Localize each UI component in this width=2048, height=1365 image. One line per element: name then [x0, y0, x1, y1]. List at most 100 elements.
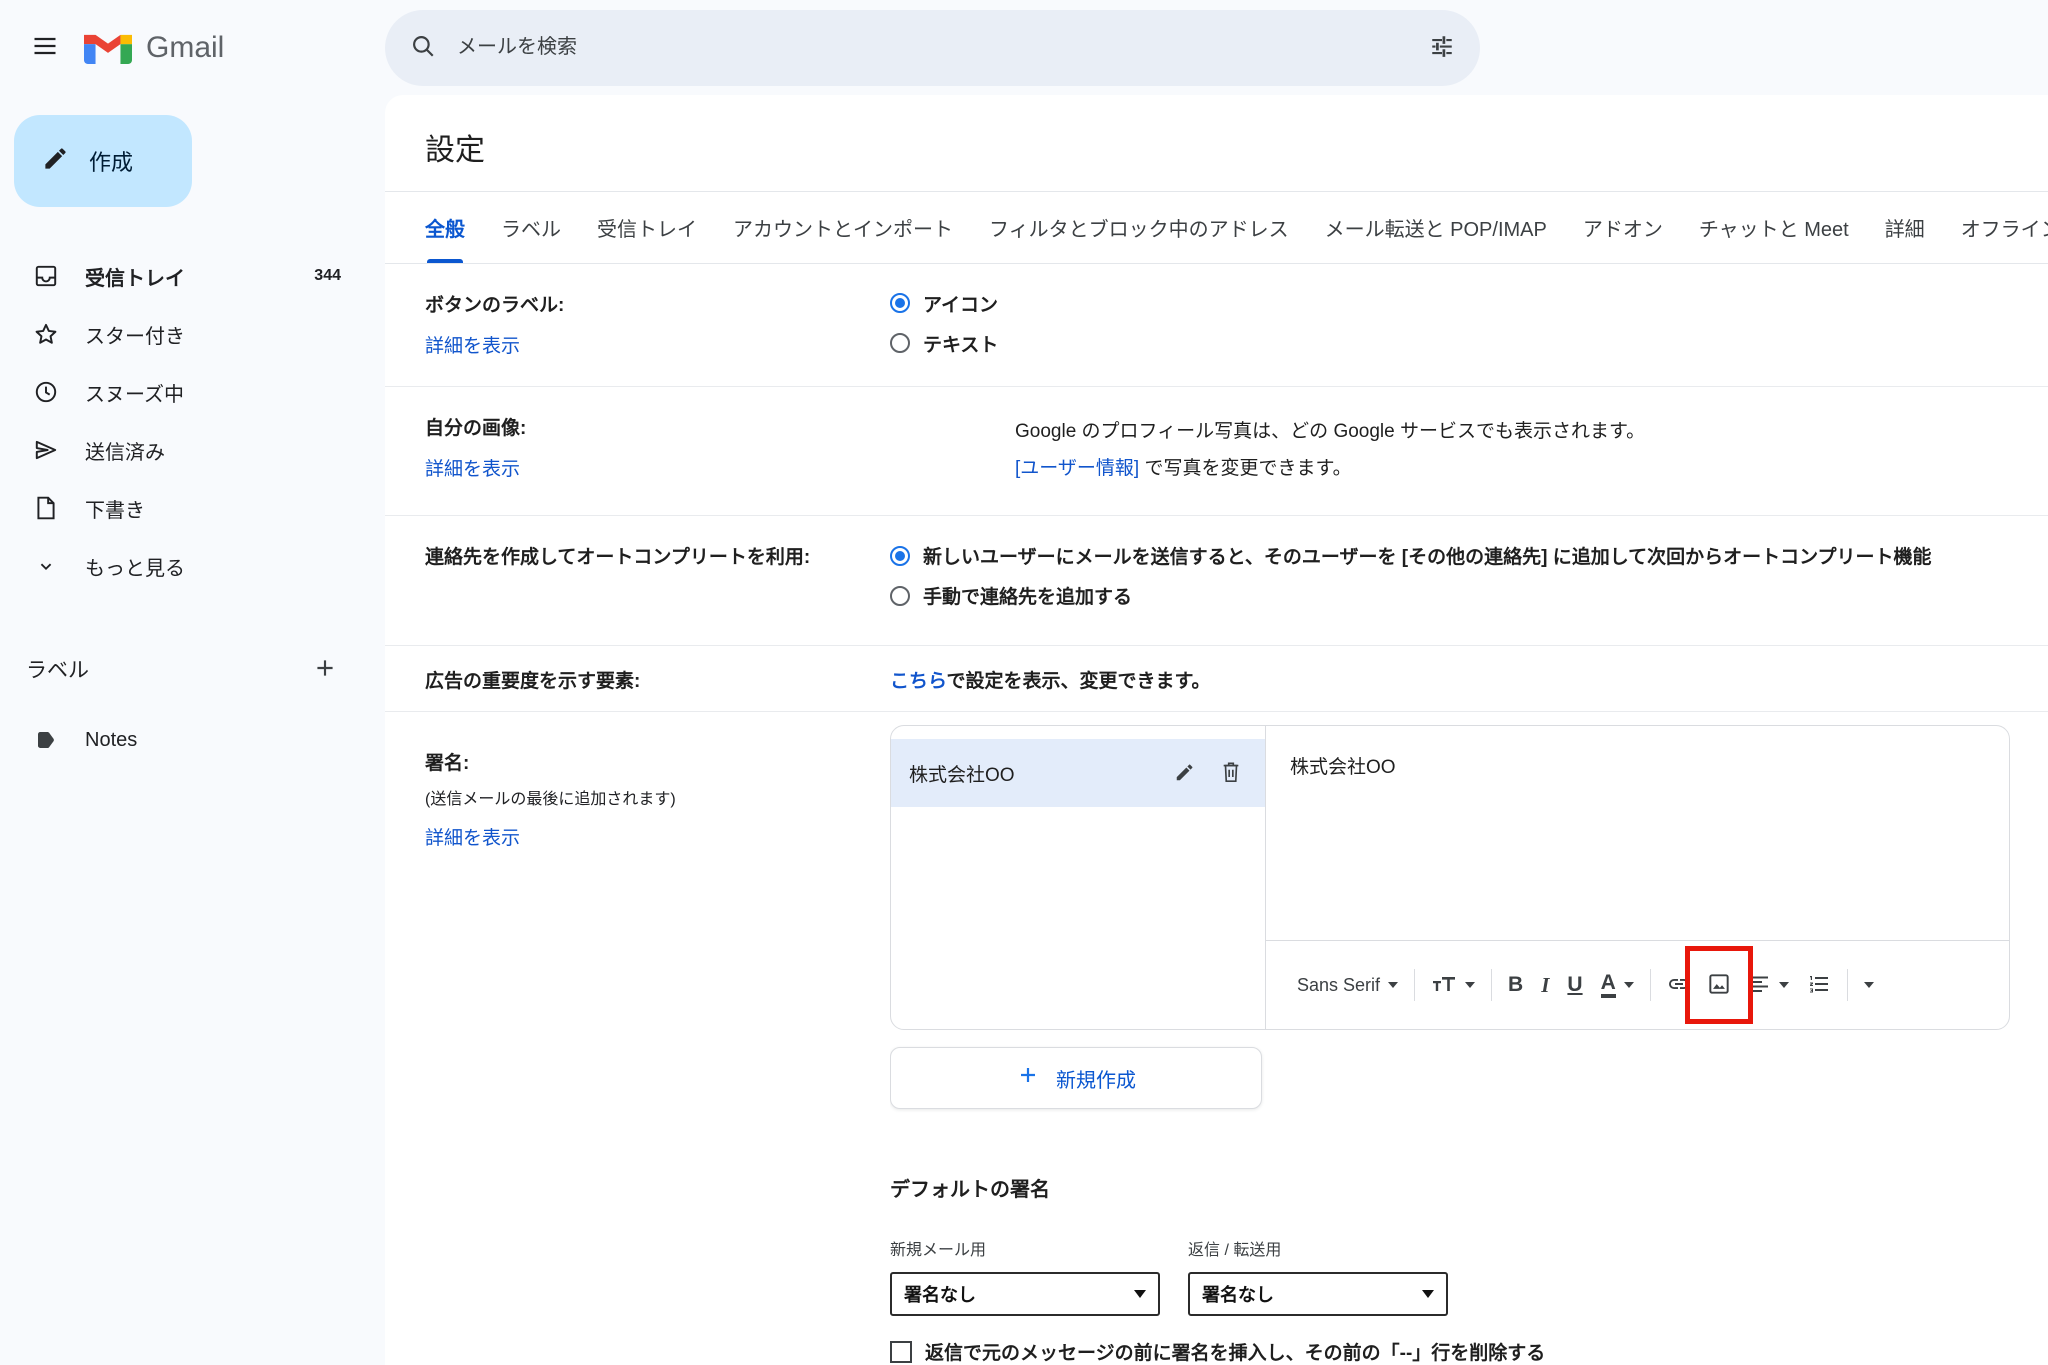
text-color-icon: A	[1601, 972, 1616, 998]
bold-button[interactable]: B	[1499, 961, 1532, 1009]
setting-label: 連絡先を作成してオートコンプリートを利用:	[425, 542, 890, 569]
sidebar-item-snoozed[interactable]: スヌーズ中	[0, 363, 385, 421]
font-family-button[interactable]: Sans Serif	[1288, 961, 1407, 1009]
search-input[interactable]	[455, 35, 1414, 60]
search-bar	[385, 10, 1480, 86]
row-left: 署名: (送信メールの最後に追加されます) 詳細を表示	[385, 712, 890, 1365]
chevron-down-icon	[1134, 1290, 1146, 1298]
search-options-button[interactable]	[1414, 20, 1470, 76]
edit-signature-button[interactable]	[1165, 753, 1205, 793]
search-area	[385, 10, 1480, 86]
row-right: 新しいユーザーにメールを送信すると、そのユーザーを [その他の連絡先] に追加し…	[890, 516, 2048, 645]
italic-button[interactable]: I	[1532, 961, 1558, 1009]
signature-editor[interactable]: 株式会社OO Sans Serif	[1266, 726, 2009, 1029]
tab-forwarding-pop-imap[interactable]: メール転送と POP/IMAP	[1325, 192, 1547, 263]
radio-unselected[interactable]	[890, 333, 910, 353]
sidebar-item-inbox[interactable]: 受信トレイ 344	[0, 247, 385, 305]
sidebar-item-more[interactable]: もっと見る	[0, 537, 385, 595]
sidebar-item-sent[interactable]: 送信済み	[0, 421, 385, 479]
tab-label: メール転送と POP/IMAP	[1325, 213, 1547, 242]
search-button[interactable]	[395, 20, 451, 76]
chevron-down-icon	[1465, 982, 1475, 988]
radio-option-auto[interactable]: 新しいユーザーにメールを送信すると、そのユーザーを [その他の連絡先] に追加し…	[890, 542, 2048, 569]
ads-description-rest: で設定を表示、変更できます。	[946, 671, 1210, 692]
tab-label: オフライン	[1961, 213, 2048, 242]
signature-name: 株式会社OO	[909, 760, 1159, 787]
gmail-m-icon	[84, 27, 132, 69]
toolbar-separator	[1491, 969, 1492, 1001]
top-bar: Gmail	[0, 0, 2048, 95]
learn-more-link[interactable]: 詳細を表示	[425, 823, 520, 850]
setting-row-signature: 署名: (送信メールの最後に追加されます) 詳細を表示 株式会社OO	[385, 712, 2048, 1365]
new-mail-signature-select[interactable]: 署名なし	[890, 1272, 1160, 1316]
tab-chat-meet[interactable]: チャットと Meet	[1699, 192, 1849, 263]
sidebar-label-notes[interactable]: Notes	[0, 711, 385, 769]
learn-more-link[interactable]: 詳細を表示	[425, 454, 520, 481]
trash-icon	[1220, 760, 1242, 787]
signature-list-item[interactable]: 株式会社OO	[891, 739, 1265, 807]
radio-option-text[interactable]: テキスト	[890, 330, 2048, 357]
setting-row-button-labels: ボタンのラベル: 詳細を表示 アイコン テキスト	[385, 264, 2048, 387]
ads-description: こちらで設定を表示、変更できます。	[890, 666, 2048, 693]
main-menu-button[interactable]	[20, 23, 70, 73]
create-new-label: 新規作成	[1056, 1064, 1136, 1093]
tab-accounts-import[interactable]: アカウントとインポート	[733, 192, 953, 263]
setting-label: 広告の重要度を示す要素:	[425, 666, 890, 693]
tab-label: チャットと Meet	[1699, 213, 1849, 242]
row-right: 株式会社OO	[890, 712, 2048, 1365]
row-left: ボタンのラベル: 詳細を表示	[385, 264, 890, 386]
signature-list: 株式会社OO	[891, 726, 1266, 1029]
sidebar-item-starred[interactable]: スター付き	[0, 305, 385, 363]
tab-offline[interactable]: オフライン	[1961, 192, 2048, 263]
select-value: 署名なし	[904, 1281, 976, 1307]
radio-selected[interactable]	[890, 293, 910, 313]
plus-icon	[1016, 1063, 1040, 1093]
radio-option-manual[interactable]: 手動で連絡先を追加する	[890, 582, 2048, 609]
ordered-list-button[interactable]	[1798, 961, 1840, 1009]
tab-labels[interactable]: ラベル	[501, 192, 561, 263]
sidebar-item-drafts[interactable]: 下書き	[0, 479, 385, 537]
edit-pencil-icon	[1174, 761, 1196, 786]
user-info-link[interactable]: [ユーザー情報]	[1015, 458, 1139, 479]
description-line-2-rest: で写真を変更できます。	[1139, 458, 1351, 479]
text-color-button[interactable]: A	[1592, 961, 1643, 1009]
chevron-down-icon	[32, 553, 59, 580]
checkbox-label: 返信で元のメッセージの前に署名を挿入し、その前の「--」行を削除する	[925, 1338, 1545, 1365]
select-value: 署名なし	[1202, 1281, 1274, 1307]
font-size-button[interactable]	[1422, 961, 1484, 1009]
gmail-wordmark: Gmail	[146, 31, 224, 65]
here-link[interactable]: こちら	[890, 671, 946, 692]
more-formatting-button[interactable]	[1855, 961, 1883, 1009]
tab-inbox[interactable]: 受信トレイ	[597, 192, 697, 263]
tab-general[interactable]: 全般	[425, 192, 465, 263]
tab-advanced[interactable]: 詳細	[1885, 192, 1925, 263]
hamburger-icon	[31, 32, 59, 63]
signature-toolbar: Sans Serif B	[1266, 940, 2009, 1029]
setting-row-ads: 広告の重要度を示す要素: こちらで設定を表示、変更できます。	[385, 646, 2048, 712]
reply-signature-select[interactable]: 署名なし	[1188, 1272, 1448, 1316]
radio-selected[interactable]	[890, 546, 910, 566]
setting-label: ボタンのラベル:	[425, 290, 890, 317]
tab-addons[interactable]: アドオン	[1583, 192, 1663, 263]
tab-label: アカウントとインポート	[733, 213, 953, 242]
row-left: 連絡先を作成してオートコンプリートを利用:	[385, 516, 890, 645]
underline-button[interactable]: U	[1558, 961, 1591, 1009]
compose-button[interactable]: 作成	[14, 115, 192, 207]
tab-filters-blocked[interactable]: フィルタとブロック中のアドレス	[989, 192, 1289, 263]
radio-option-icon[interactable]: アイコン	[890, 290, 2048, 317]
checkbox-unchecked[interactable]	[890, 1341, 912, 1363]
label-tag-icon	[32, 727, 59, 754]
learn-more-link[interactable]: 詳細を表示	[425, 331, 520, 358]
annotation-highlight-box	[1685, 946, 1753, 1024]
setting-row-autocomplete: 連絡先を作成してオートコンプリートを利用: 新しいユーザーにメールを送信すると、…	[385, 516, 2048, 646]
chevron-down-icon	[1388, 982, 1398, 988]
create-label-button[interactable]	[303, 647, 347, 691]
row-right: Google のプロフィール写真は、どの Google サービスでも表示されます…	[890, 387, 2048, 516]
radio-label: テキスト	[923, 330, 998, 357]
create-new-signature-button[interactable]: 新規作成	[890, 1047, 1262, 1109]
delete-signature-button[interactable]	[1211, 753, 1251, 793]
radio-unselected[interactable]	[890, 586, 910, 606]
labels-header: ラベル	[0, 641, 385, 697]
font-family-value: Sans Serif	[1297, 975, 1380, 996]
reply-signature-option: 返信で元のメッセージの前に署名を挿入し、その前の「--」行を削除する	[890, 1338, 2010, 1365]
